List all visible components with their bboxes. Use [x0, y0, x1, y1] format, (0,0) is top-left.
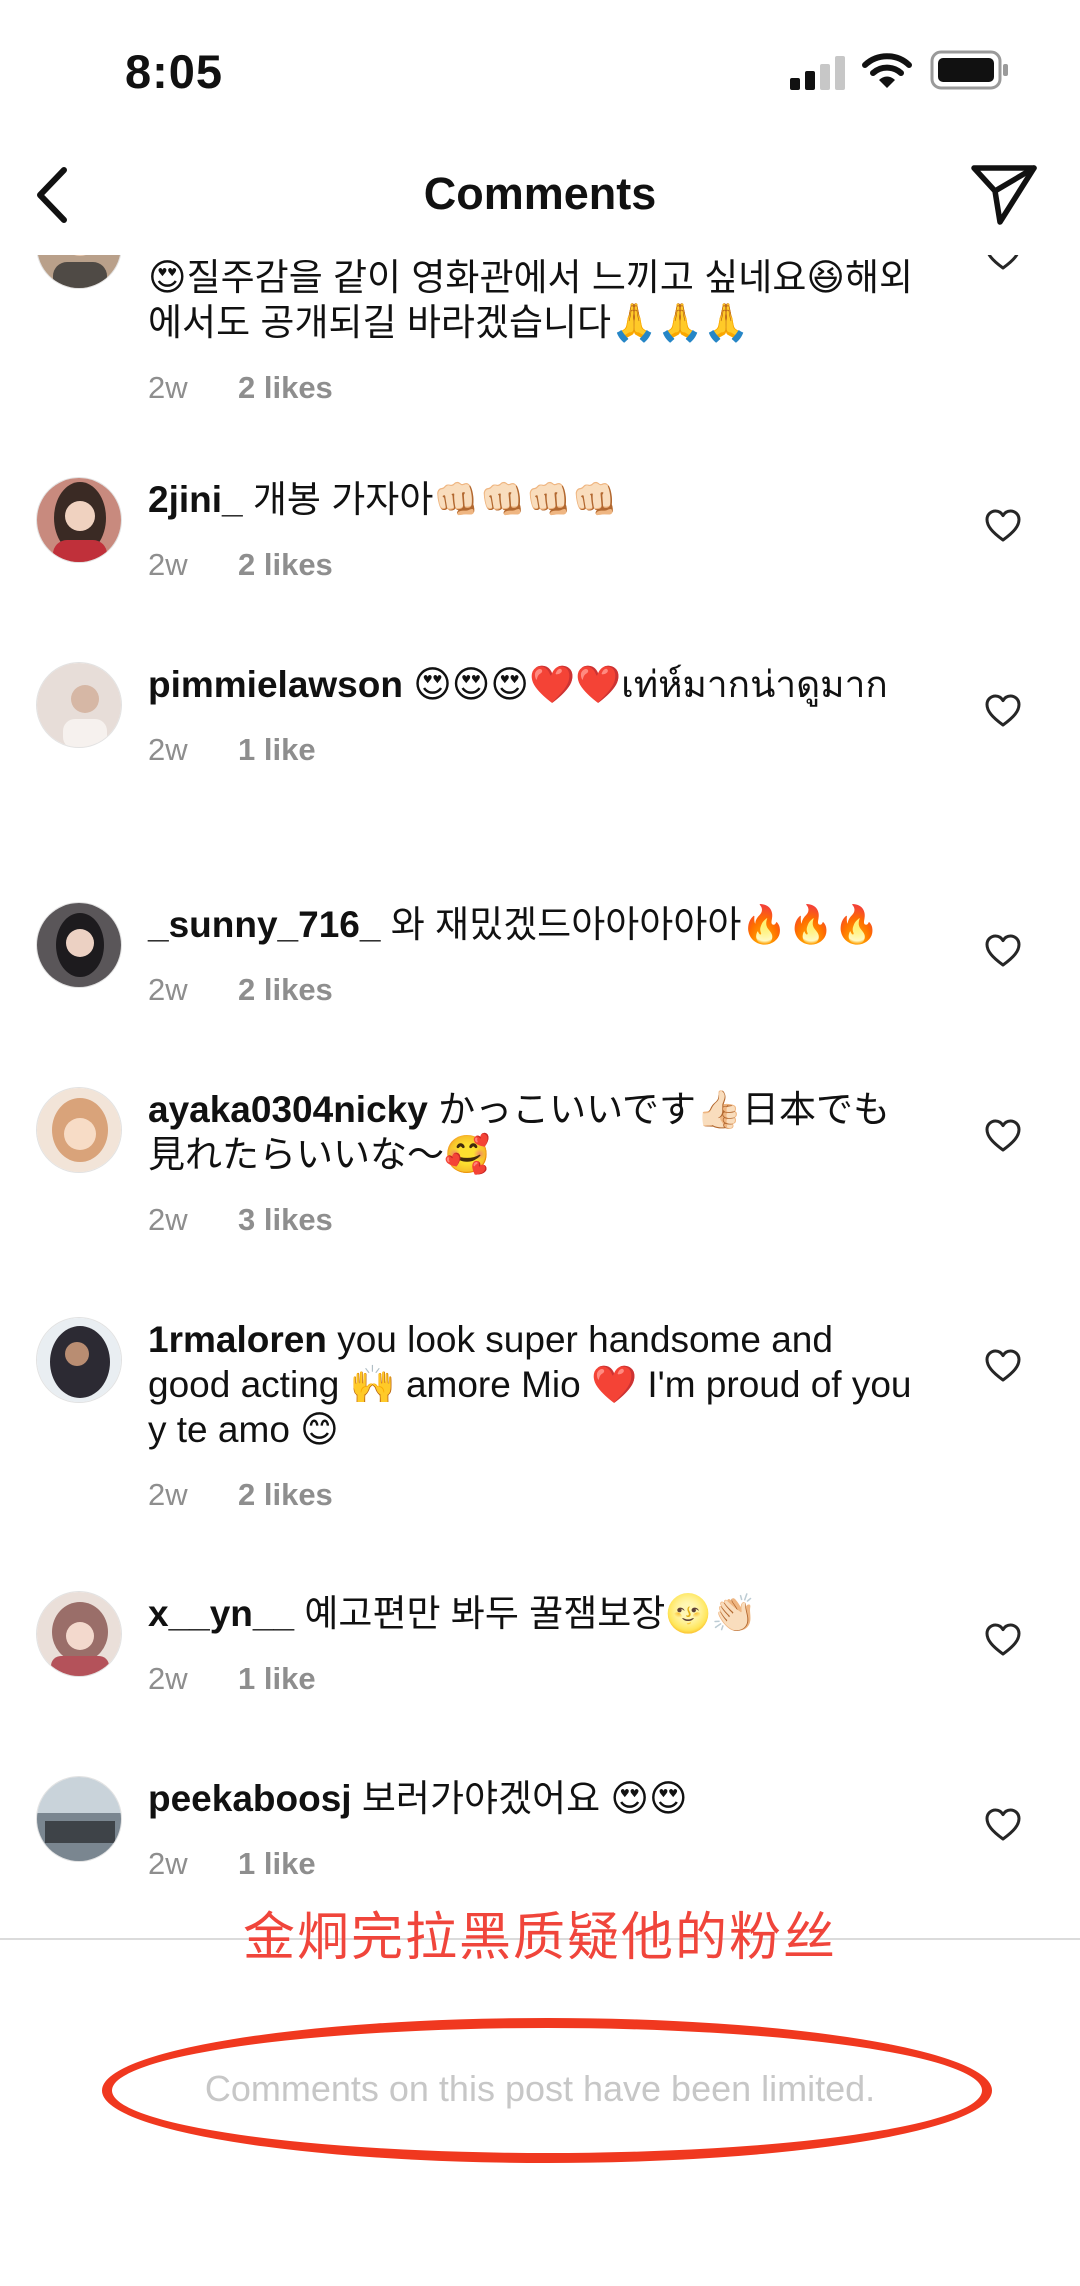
comment-body: pimmielawson 😍😍😍❤️❤️เท่ห์มากน่าดูมาก 2w 1…	[148, 662, 918, 772]
comment-likes[interactable]: 2 likes	[238, 972, 333, 1007]
comment-time: 2w	[148, 972, 188, 1007]
comment-meta: 2w 1 like	[148, 727, 918, 772]
cellular-signal-icon	[790, 56, 845, 90]
avatar[interactable]	[36, 477, 122, 563]
comment-content: 보러가야겠어요 😍😍	[361, 1778, 688, 1819]
comment-meta: 2w 2 likes	[148, 542, 918, 587]
wifi-icon	[862, 53, 912, 88]
comment-time: 2w	[148, 370, 188, 405]
avatar[interactable]	[36, 1591, 122, 1677]
avatar[interactable]	[36, 1776, 122, 1862]
comment-body: ayaka0304nicky かっこいいです👍🏻日本でも見れたらいいな～🥰 2w…	[148, 1087, 918, 1242]
like-heart-icon[interactable]	[984, 1806, 1022, 1844]
comment-time: 2w	[148, 1202, 188, 1237]
like-heart-icon[interactable]	[984, 1621, 1022, 1659]
share-send-icon[interactable]	[968, 158, 1040, 230]
like-heart-icon[interactable]	[984, 692, 1022, 730]
comment-text: x__yn__ 예고편만 봐두 꿀잼보장🌝👏🏻	[148, 1591, 918, 1636]
comment-content: 😍😍😍❤️❤️เท่ห์มากน่าดูมาก	[413, 664, 888, 705]
avatar[interactable]	[36, 1087, 122, 1173]
nav-bar: Comments	[0, 140, 1080, 255]
battery-icon	[930, 50, 1008, 90]
status-bar: 8:05	[0, 0, 1080, 140]
screen: 8:05 Comments 😍질주감을 같이 영화관에서 느끼고 싶네요😆해외에…	[0, 0, 1080, 2286]
avatar[interactable]	[36, 902, 122, 988]
comment-text: _sunny_716_ 와 재밌겠드아아아아아🔥🔥🔥	[148, 902, 918, 947]
comment-body: 😍질주감을 같이 영화관에서 느끼고 싶네요😆해외에서도 공개되길 바라겠습니다…	[148, 255, 918, 410]
comment-meta: 2w 1 like	[148, 1841, 918, 1886]
comment-text: 😍질주감을 같이 영화관에서 느끼고 싶네요😆해외에서도 공개되길 바라겠습니다…	[148, 255, 918, 345]
avatar[interactable]	[36, 662, 122, 748]
comment-meta: 2w 3 likes	[148, 1197, 918, 1242]
comment-username[interactable]: 2jini_	[148, 479, 243, 520]
comment-likes[interactable]: 2 likes	[238, 370, 333, 405]
comment-meta: 2w 1 like	[148, 1656, 918, 1701]
comment-content: 😍질주감을 같이 영화관에서 느끼고 싶네요😆해외에서도 공개되길 바라겠습니다…	[148, 257, 914, 343]
red-circle-annotation	[102, 2018, 992, 2163]
comment-time: 2w	[148, 547, 188, 582]
comment-content: 개봉 가자아👊🏻👊🏻👊🏻👊🏻	[252, 479, 618, 520]
like-heart-icon[interactable]	[984, 932, 1022, 970]
comment-text: 1rmaloren you look super handsome and go…	[148, 1317, 918, 1452]
comment-username[interactable]: peekaboosj	[148, 1778, 352, 1819]
comment-body: peekaboosj 보러가야겠어요 😍😍 2w 1 like	[148, 1776, 918, 1886]
comment-text: ayaka0304nicky かっこいいです👍🏻日本でも見れたらいいな～🥰	[148, 1087, 918, 1177]
comment-body: _sunny_716_ 와 재밌겠드아아아아아🔥🔥🔥 2w 2 likes	[148, 902, 918, 1012]
comment-likes[interactable]: 2 likes	[238, 547, 333, 582]
status-time: 8:05	[125, 45, 224, 98]
comment-content: 예고편만 봐두 꿀잼보장🌝👏🏻	[304, 1593, 758, 1634]
comment-meta: 2w 2 likes	[148, 967, 918, 1012]
comment-likes[interactable]: 1 like	[238, 1846, 316, 1881]
comment-content: 와 재밌겠드아아아아아🔥🔥🔥	[390, 904, 880, 945]
comment-time: 2w	[148, 1846, 188, 1881]
comment-likes[interactable]: 2 likes	[238, 1477, 333, 1512]
comment-likes[interactable]: 3 likes	[238, 1202, 333, 1237]
comment-likes[interactable]: 1 like	[238, 1661, 316, 1696]
comment-meta: 2w 2 likes	[148, 1472, 918, 1517]
comment-time: 2w	[148, 1477, 188, 1512]
comment-time: 2w	[148, 1661, 188, 1696]
comment-username[interactable]: ayaka0304nicky	[148, 1089, 428, 1130]
comment-username[interactable]: _sunny_716_	[148, 904, 380, 945]
like-heart-icon[interactable]	[984, 507, 1022, 545]
comment-list: 😍질주감을 같이 영화관에서 느끼고 싶네요😆해외에서도 공개되길 바라겠습니다…	[0, 255, 1080, 1938]
avatar[interactable]	[36, 255, 122, 289]
like-heart-icon[interactable]	[984, 1117, 1022, 1155]
comment-body: 2jini_ 개봉 가자아👊🏻👊🏻👊🏻👊🏻 2w 2 likes	[148, 477, 918, 587]
comment-username[interactable]: pimmielawson	[148, 664, 403, 705]
like-heart-icon[interactable]	[984, 255, 1022, 273]
comment-text: pimmielawson 😍😍😍❤️❤️เท่ห์มากน่าดูมาก	[148, 662, 918, 707]
like-heart-icon[interactable]	[984, 1347, 1022, 1385]
comment-body: 1rmaloren you look super handsome and go…	[148, 1317, 918, 1517]
comment-meta: 2w 2 likes	[148, 365, 918, 410]
comment-text: peekaboosj 보러가야겠어요 😍😍	[148, 1776, 918, 1821]
avatar[interactable]	[36, 1317, 122, 1403]
page-title: Comments	[423, 168, 657, 219]
comment-time: 2w	[148, 732, 188, 767]
comment-likes[interactable]: 1 like	[238, 732, 316, 767]
comment-body: x__yn__ 예고편만 봐두 꿀잼보장🌝👏🏻 2w 1 like	[148, 1591, 918, 1701]
comment-username[interactable]: x__yn__	[148, 1593, 294, 1634]
overlay-annotation: 金炯完拉黑质疑他的粉丝	[242, 1908, 837, 1968]
comment-username[interactable]: 1rmaloren	[148, 1319, 327, 1360]
comment-text: 2jini_ 개봉 가자아👊🏻👊🏻👊🏻👊🏻	[148, 477, 918, 522]
